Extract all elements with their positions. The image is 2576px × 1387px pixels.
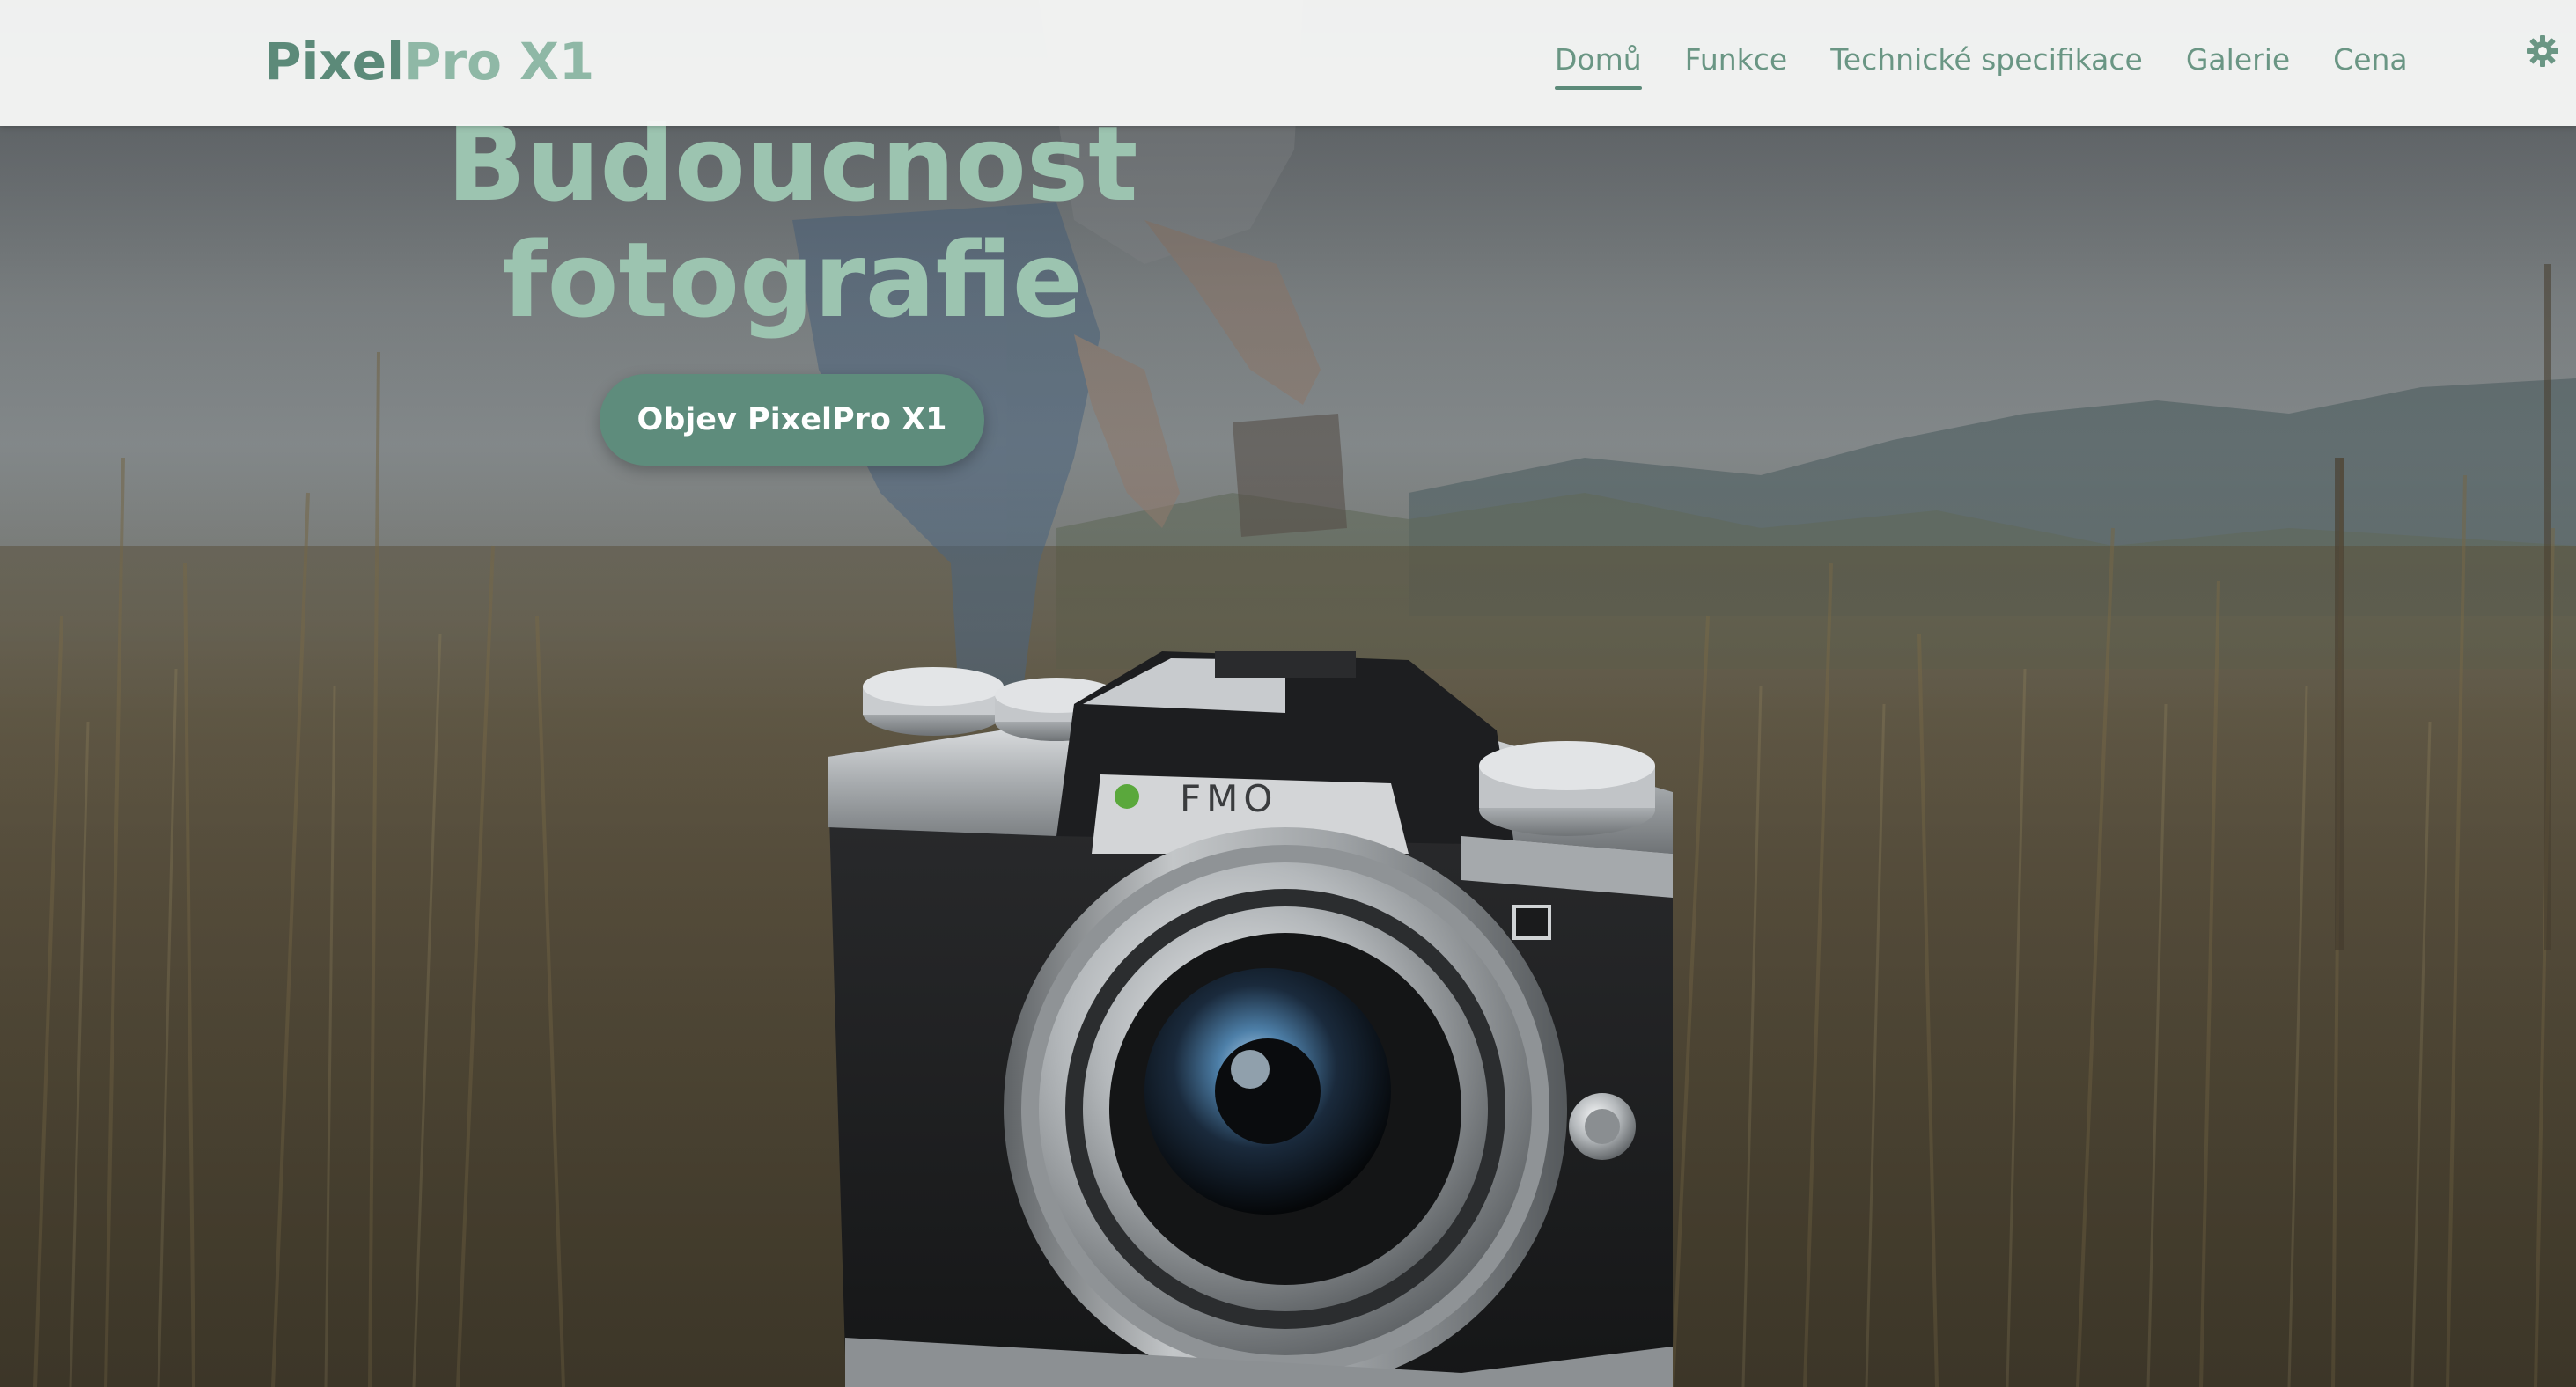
main-nav: Domů Funkce Technické specifikace Galeri… — [1555, 39, 2451, 90]
theme-toggle-button[interactable] — [2525, 33, 2560, 69]
hero-title-line2: fotografie — [502, 219, 1083, 341]
nav-item-funkce[interactable]: Funkce — [1685, 39, 1788, 81]
gear-icon — [2527, 35, 2558, 67]
camera-image: FMO — [828, 651, 1673, 1387]
nav-item-galerie[interactable]: Galerie — [2186, 39, 2290, 81]
nav-item-cena[interactable]: Cena — [2333, 39, 2407, 81]
logo-pixel: Pixel — [264, 32, 405, 92]
hero-title: Budoucnost fotografie — [352, 106, 1233, 338]
nav-item-domu[interactable]: Domů — [1555, 39, 1642, 90]
discover-button[interactable]: Objev PixelPro X1 — [600, 374, 984, 466]
page: PixelPro X1 Domů Funkce Technické specif… — [0, 0, 2576, 1387]
camera-brand-text: FMO — [1180, 777, 1277, 820]
nav-item-technicke-specifikace[interactable]: Technické specifikace — [1830, 39, 2143, 81]
brand-logo[interactable]: PixelPro X1 — [264, 28, 594, 95]
logo-pro-x1: Pro X1 — [404, 32, 595, 92]
navbar: PixelPro X1 Domů Funkce Technické specif… — [0, 0, 2576, 126]
